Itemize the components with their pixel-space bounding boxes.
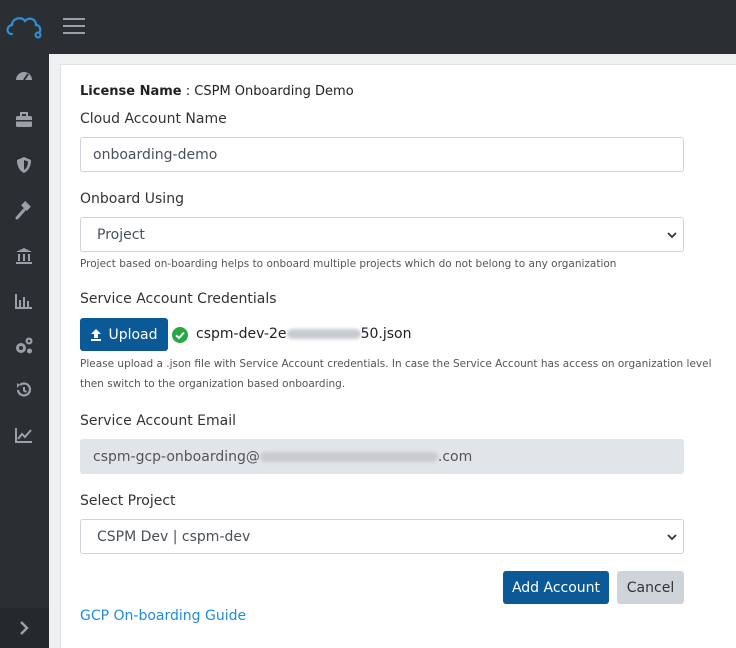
gavel-icon[interactable] xyxy=(12,199,36,223)
sa-email-prefix: cspm-gcp-onboarding@ xyxy=(93,448,260,465)
select-project-label: Select Project xyxy=(80,493,176,509)
license-value: : CSPM Onboarding Demo xyxy=(181,84,354,99)
dashboard-gauge-icon[interactable] xyxy=(12,64,36,88)
shield-icon[interactable] xyxy=(12,153,36,177)
line-chart-icon[interactable] xyxy=(12,423,36,447)
chevron-down-icon xyxy=(667,534,677,541)
credentials-help-line1: Please upload a .json file with Service … xyxy=(80,358,712,370)
sidebar xyxy=(0,54,49,648)
upload-button[interactable]: Upload xyxy=(80,318,168,351)
briefcase-icon[interactable] xyxy=(12,108,36,132)
upload-icon xyxy=(91,329,102,341)
hamburger-icon[interactable] xyxy=(63,18,85,36)
license-label: License Name xyxy=(80,84,182,99)
redacted-text xyxy=(259,451,438,462)
onboard-using-label: Onboard Using xyxy=(80,191,184,207)
success-check-icon xyxy=(172,327,188,343)
sa-email-input: cspm-gcp-onboarding@ .com xyxy=(80,439,684,474)
cancel-button[interactable]: Cancel xyxy=(617,571,684,604)
onboard-using-value: Project xyxy=(97,226,145,243)
gears-icon[interactable] xyxy=(12,334,36,358)
cloud-gear-icon[interactable] xyxy=(4,12,46,40)
bar-chart-icon[interactable] xyxy=(12,289,36,313)
cloud-account-name-value: onboarding-demo xyxy=(93,146,218,163)
credentials-help-line2: then switch to the organization based on… xyxy=(80,378,346,390)
add-account-button[interactable]: Add Account xyxy=(503,571,609,604)
uploaded-filename: cspm-dev-2e 50.json xyxy=(196,326,411,342)
chevron-right-icon[interactable] xyxy=(16,620,32,636)
cloud-account-name-input[interactable]: onboarding-demo xyxy=(80,137,684,172)
sa-email-label: Service Account Email xyxy=(80,413,237,429)
history-icon[interactable] xyxy=(12,378,36,402)
onboard-using-select[interactable]: Project xyxy=(80,217,684,252)
select-project-value: CSPM Dev | cspm-dev xyxy=(97,528,251,545)
sidebar-expand[interactable] xyxy=(0,608,49,648)
chevron-down-icon xyxy=(667,232,677,239)
cloud-account-name-label: Cloud Account Name xyxy=(80,111,227,127)
gcp-onboarding-guide-link[interactable]: GCP On-boarding Guide xyxy=(80,608,246,624)
uploaded-file-suffix: 50.json xyxy=(360,326,412,342)
top-bar xyxy=(0,0,736,54)
select-project-select[interactable]: CSPM Dev | cspm-dev xyxy=(80,519,684,554)
credentials-label: Service Account Credentials xyxy=(80,291,277,307)
sa-email-suffix: .com xyxy=(437,448,473,465)
onboard-using-help: Project based on-boarding helps to onboa… xyxy=(80,258,617,270)
bank-icon[interactable] xyxy=(12,244,36,268)
upload-label: Upload xyxy=(108,326,158,343)
redacted-text xyxy=(286,329,361,339)
license-name: License Name : CSPM Onboarding Demo xyxy=(80,84,354,99)
uploaded-file-prefix: cspm-dev-2e xyxy=(196,326,287,342)
